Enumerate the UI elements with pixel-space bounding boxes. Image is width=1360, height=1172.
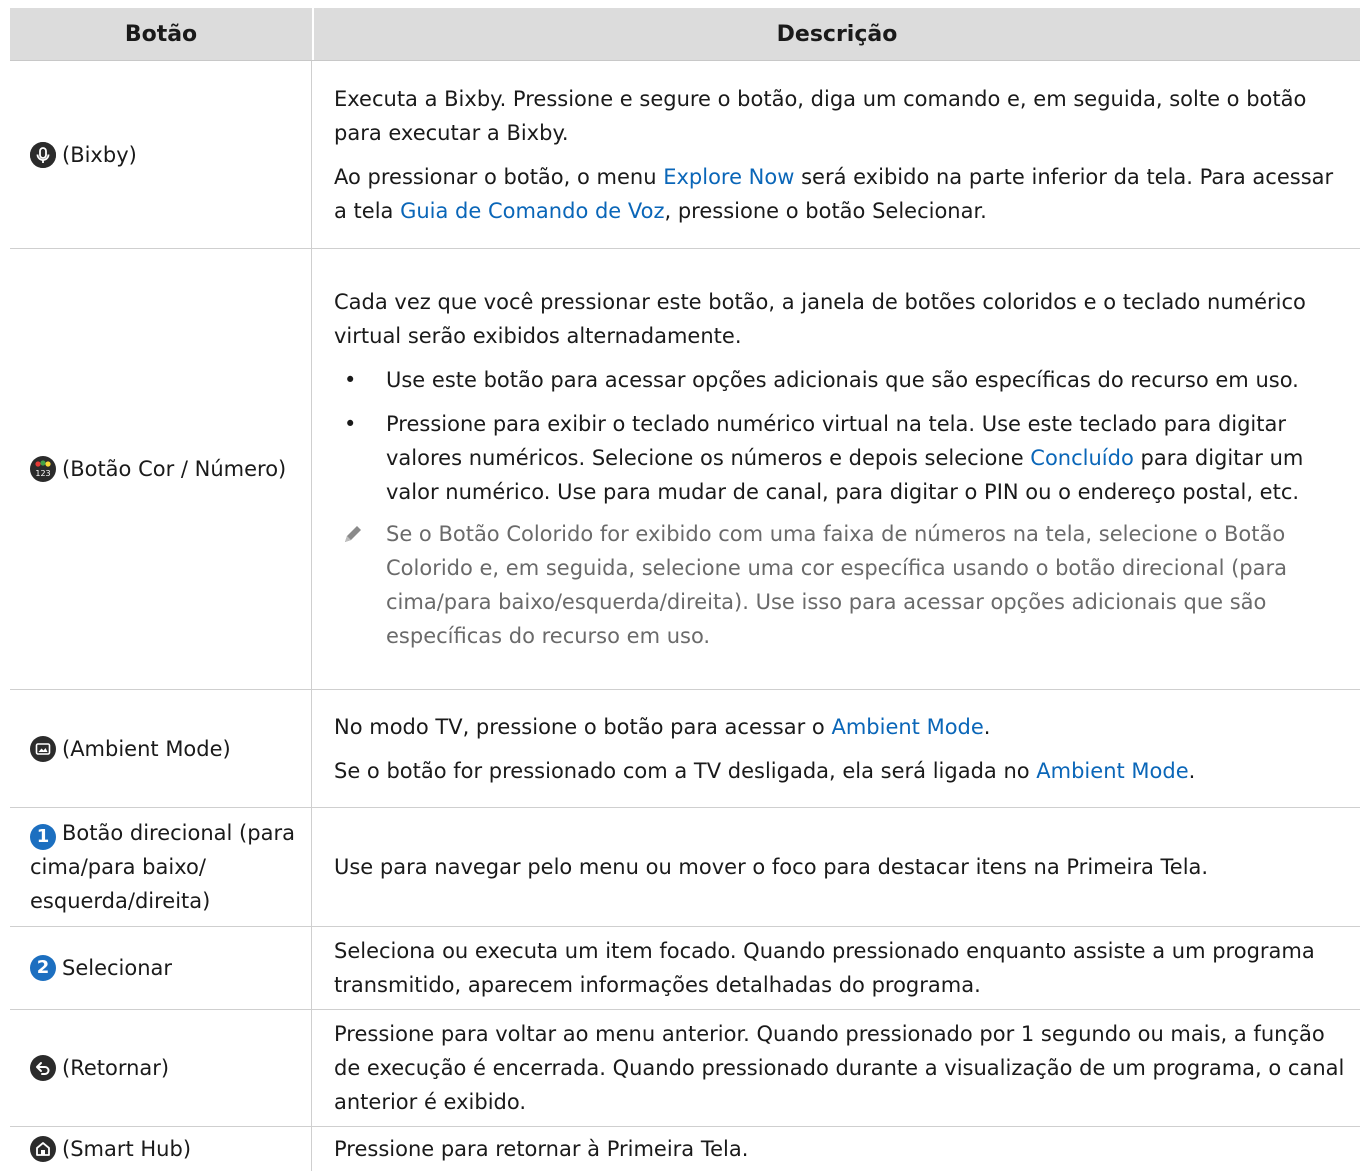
ambient-mode-link[interactable]: Ambient Mode bbox=[831, 715, 983, 739]
button-cell: 2 Selecionar bbox=[10, 927, 312, 1009]
description-cell: Pressione para voltar ao menu anterior. … bbox=[312, 1010, 1360, 1126]
header-col-description: Descrição bbox=[776, 21, 898, 47]
button-label: Botão direcional (para cima/para baixo/ … bbox=[30, 821, 295, 913]
table-header: Botão Descrição bbox=[10, 8, 1360, 61]
description-text: Seleciona ou executa um item focado. Qua… bbox=[334, 939, 1315, 997]
button-cell: 123 (Botão Cor / Número) bbox=[10, 249, 312, 689]
bullet-icon: • bbox=[344, 368, 357, 392]
table-row: 2 Selecionar Seleciona ou executa um ite… bbox=[10, 927, 1360, 1010]
number-badge: 1 bbox=[30, 824, 56, 850]
description-text: Ao pressionar o botão, o menu Explore No… bbox=[334, 164, 1334, 223]
note: Se o Botão Colorido for exibido com uma … bbox=[334, 517, 1348, 653]
button-cell: (Retornar) bbox=[10, 1010, 312, 1126]
table-row: 123 (Botão Cor / Número) Cada vez que vo… bbox=[10, 249, 1360, 690]
button-cell: (Bixby) bbox=[10, 61, 312, 248]
bullet-icon: • bbox=[344, 412, 357, 436]
button-cell: (Ambient Mode) bbox=[10, 690, 312, 807]
color-number-icon: 123 bbox=[30, 456, 56, 482]
description-text: Use para navegar pelo menu ou mover o fo… bbox=[334, 855, 1209, 879]
microphone-icon bbox=[30, 141, 56, 168]
table-row: (Retornar) Pressione para voltar ao menu… bbox=[10, 1010, 1360, 1127]
description-cell: Pressione para retornar à Primeira Tela. bbox=[312, 1127, 1360, 1171]
description-cell: Executa a Bixby. Pressione e segure o bo… bbox=[312, 61, 1360, 248]
description-text: No modo TV, pressione o botão para acess… bbox=[334, 714, 991, 739]
table-row: (Ambient Mode) No modo TV, pressione o b… bbox=[10, 690, 1360, 808]
header-col-button: Botão bbox=[10, 8, 314, 60]
svg-text:123: 123 bbox=[35, 469, 50, 478]
number-badge: 2 bbox=[30, 955, 56, 981]
button-cell: (Smart Hub) bbox=[10, 1127, 312, 1171]
concluido-link[interactable]: Concluído bbox=[1030, 446, 1134, 470]
description-text: Executa a Bixby. Pressione e segure o bo… bbox=[334, 86, 1307, 145]
table-row: (Smart Hub) Pressione para retornar à Pr… bbox=[10, 1127, 1360, 1171]
description-text: Se o botão for pressionado com a TV desl… bbox=[334, 758, 1196, 783]
button-label: (Ambient Mode) bbox=[62, 736, 231, 761]
ambient-mode-link[interactable]: Ambient Mode bbox=[1036, 759, 1188, 783]
list-item: • Pressione para exibir o teclado numéri… bbox=[334, 407, 1348, 509]
return-icon bbox=[30, 1055, 56, 1081]
home-icon bbox=[30, 1136, 56, 1162]
description-cell: No modo TV, pressione o botão para acess… bbox=[312, 690, 1360, 807]
explore-now-link[interactable]: Explore Now bbox=[663, 165, 794, 189]
description-text: Cada vez que você pressionar este botão,… bbox=[334, 290, 1306, 348]
note-text: Se o Botão Colorido for exibido com uma … bbox=[386, 522, 1287, 648]
button-label: (Retornar) bbox=[62, 1056, 170, 1080]
description-text: Pressione para voltar ao menu anterior. … bbox=[334, 1022, 1345, 1114]
description-cell: Cada vez que você pressionar este botão,… bbox=[312, 249, 1360, 689]
button-label: (Smart Hub) bbox=[62, 1137, 192, 1161]
pencil-icon bbox=[334, 517, 386, 653]
table-row: (Bixby) Executa a Bixby. Pressione e seg… bbox=[10, 61, 1360, 249]
button-label: Selecionar bbox=[62, 956, 173, 980]
button-label: (Bixby) bbox=[62, 142, 137, 167]
button-cell: 1 Botão direcional (para cima/para baixo/… bbox=[10, 808, 312, 926]
description-text: Pressione para retornar à Primeira Tela. bbox=[334, 1137, 749, 1161]
button-label: (Botão Cor / Número) bbox=[62, 457, 287, 481]
voice-guide-link[interactable]: Guia de Comando de Voz bbox=[400, 199, 664, 223]
ambient-mode-icon bbox=[30, 735, 56, 762]
description-cell: Seleciona ou executa um item focado. Qua… bbox=[312, 927, 1360, 1009]
list-item: • Use este botão para acessar opções adi… bbox=[334, 363, 1348, 397]
description-cell: Use para navegar pelo menu ou mover o fo… bbox=[312, 808, 1360, 926]
table-row: 1 Botão direcional (para cima/para baixo/… bbox=[10, 808, 1360, 927]
remote-buttons-table: Botão Descrição (Bixby) Executa a Bixby.… bbox=[10, 8, 1360, 1171]
